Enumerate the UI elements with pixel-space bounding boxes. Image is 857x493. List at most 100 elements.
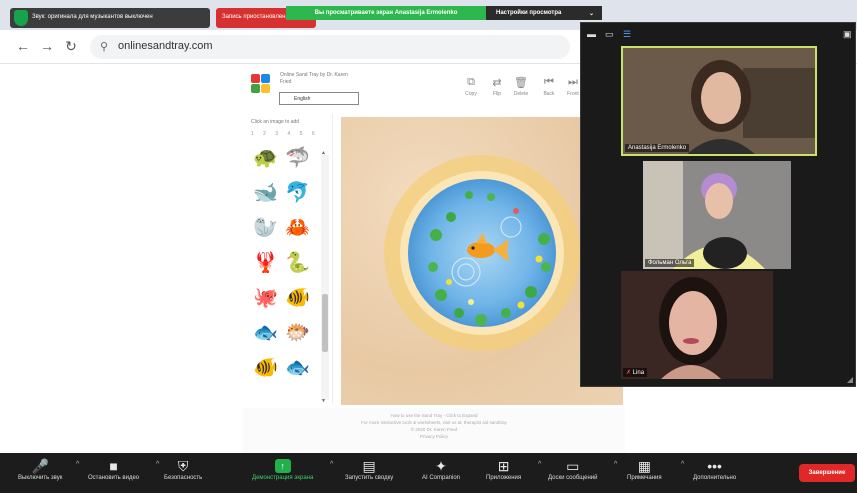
tool-label: Back xyxy=(543,91,555,97)
chevron-up-icon[interactable]: ^ xyxy=(330,461,333,468)
layout-icon[interactable]: ▣ xyxy=(843,29,852,40)
apps-icon: ⊞ xyxy=(497,458,510,474)
view-options-label: Настройки просмотра xyxy=(496,10,562,16)
scroll-down-icon[interactable]: ▼ xyxy=(321,398,326,404)
end-meeting-button[interactable]: Завершение xyxy=(799,464,855,482)
toolbar-label: Дополнительно xyxy=(693,475,737,481)
participant-name-lina: ✗ Lina xyxy=(623,368,648,377)
copy-icon: ⧉ xyxy=(467,76,475,88)
figure-item[interactable]: 🐢 xyxy=(253,148,278,168)
sandtray-logo xyxy=(251,74,271,94)
security-shield-icon: ⛨ xyxy=(177,458,189,474)
participant-name: Фольман Ольга xyxy=(645,259,695,267)
figure-item[interactable]: 🦀 xyxy=(285,218,310,238)
figure-item[interactable]: 🐟 xyxy=(253,323,278,343)
toolbar-label: Примечания xyxy=(627,475,662,481)
figure-item[interactable]: 🐠 xyxy=(253,358,278,378)
summary-button[interactable]: ▤ Запустить сводку xyxy=(345,457,393,481)
scroll-up-icon[interactable]: ▲ xyxy=(321,150,326,156)
language-value: English xyxy=(294,96,311,102)
language-select[interactable]: English xyxy=(279,92,359,105)
apps-button[interactable]: ⊞ Приложения xyxy=(486,457,521,481)
back-arrow-icon[interactable]: ← xyxy=(14,38,32,54)
chevron-up-icon[interactable]: ^ xyxy=(76,461,79,468)
toolbar-label: AI Companion xyxy=(422,475,461,481)
toolbar-label: Демонстрация экрана xyxy=(252,475,314,481)
figure-item[interactable]: 🐋 xyxy=(253,183,278,203)
footer-line[interactable]: For more interactive tools & worksheets,… xyxy=(243,419,625,426)
figure-item[interactable]: 🐬 xyxy=(285,183,310,203)
url-text: onlinesandtray.com xyxy=(118,40,213,52)
tool-label: Copy xyxy=(465,91,477,97)
chevron-up-icon[interactable]: ^ xyxy=(681,461,684,468)
figure-item[interactable]: 🐙 xyxy=(253,288,278,308)
participant-video xyxy=(643,161,791,269)
app-footer: How to use the Sand Tray - Click to Expa… xyxy=(243,408,625,456)
figure-scrollbar[interactable]: ▲ ▼ xyxy=(321,150,329,404)
microphone-button[interactable]: 🎤 Выключить звук xyxy=(18,457,62,481)
microphone-icon: 🎤 xyxy=(31,458,49,474)
figure-item[interactable]: 🐡 xyxy=(285,323,310,343)
more-button[interactable]: ••• Дополнительно xyxy=(693,457,736,481)
video-tile-anastasija[interactable]: Anastasija Ermolenko xyxy=(621,46,817,156)
delete-tool-button[interactable]: 🗑 Delete xyxy=(509,76,533,97)
footer-line: © 2020 Dr. Karen Fried xyxy=(410,427,458,432)
app-title: Online Sand Tray by Dr. Karen Fried xyxy=(280,72,348,85)
notes-button[interactable]: ▦ Примечания xyxy=(627,457,662,481)
more-icon: ••• xyxy=(707,458,722,474)
ai-companion-button[interactable]: ✦ AI Companion xyxy=(422,457,460,481)
participant-name: Lina xyxy=(632,370,645,376)
toolbar-label: Приложения xyxy=(486,475,522,481)
figure-item[interactable]: 🦈 xyxy=(285,148,310,168)
delete-icon: 🗑 xyxy=(514,77,528,89)
figure-category-numbers[interactable]: 1 2 3 4 5 6 xyxy=(245,125,332,137)
chevron-up-icon[interactable]: ^ xyxy=(614,461,617,468)
video-tile-olga[interactable]: Фольман Ольга xyxy=(643,161,791,269)
site-settings-icon[interactable]: ⚲ xyxy=(100,40,108,53)
screen-share-banner: Вы просматриваете экран Anastasija Ermol… xyxy=(286,6,486,20)
resize-handle-icon[interactable]: ◢ xyxy=(847,375,853,384)
url-field[interactable]: ⚲ onlinesandtray.com xyxy=(90,35,570,59)
video-tile-lina[interactable]: ✗ Lina xyxy=(621,271,773,379)
record-label: Запись приостановлена xyxy=(222,14,289,20)
back-tool-button[interactable]: ⏮ Back xyxy=(537,76,561,97)
figure-item[interactable]: 🐍 xyxy=(285,253,310,273)
notes-icon: ▦ xyxy=(637,458,651,474)
figure-item[interactable]: 🦭 xyxy=(253,218,278,238)
security-shield-button[interactable]: ⛨ Безопасность xyxy=(164,457,202,481)
chevron-up-icon[interactable]: ^ xyxy=(156,461,159,468)
muted-mic-icon: ✗ xyxy=(626,370,632,376)
meeting-toolbar: 🎤 Выключить звук ^ ■ Остановить видео ^ ⛨ Безоп… xyxy=(0,453,857,493)
summary-icon: ▤ xyxy=(362,458,376,474)
footer-line[interactable]: Privacy Policy xyxy=(243,433,625,440)
copy-tool-button[interactable]: ⧉ Copy xyxy=(459,76,483,97)
speaker-view-icon[interactable]: ▭ xyxy=(605,29,614,40)
video-camera-button[interactable]: ■ Остановить видео xyxy=(88,457,139,481)
figure-panel: Click an image to add 1 2 3 4 5 6 🐢 🦈 🐋 🐬 🦭 🦀… xyxy=(245,114,333,404)
toolbar-label: Доски сообщений xyxy=(548,475,598,481)
toolbar-label: Безопасность xyxy=(164,475,203,481)
flip-icon: ⇄ xyxy=(492,77,502,89)
chevron-up-icon[interactable]: ^ xyxy=(538,461,541,468)
scroll-thumb[interactable] xyxy=(322,294,328,352)
music-mode-indicator[interactable]: Звук: оригинала для музыкантов выключен xyxy=(10,8,210,28)
whiteboard-icon: ▭ xyxy=(566,458,580,474)
minimize-icon[interactable]: ▬ xyxy=(587,29,596,39)
reload-icon[interactable]: ↻ xyxy=(62,38,80,55)
shield-icon xyxy=(14,10,28,26)
gallery-view-icon[interactable]: ☰ xyxy=(623,29,631,40)
chevron-down-icon: ⌄ xyxy=(588,11,594,17)
flip-tool-button[interactable]: ⇄ Flip xyxy=(485,76,509,97)
tool-label: Flip xyxy=(492,91,502,97)
share-screen-button[interactable]: ↑ Демонстрация экрана xyxy=(252,457,313,481)
participant-name: Anastasija Ermolenko xyxy=(625,144,690,152)
footer-line[interactable]: How to use the Sand Tray - Click to Expa… xyxy=(243,412,625,419)
figure-item[interactable]: 🐠 xyxy=(285,288,310,308)
figure-item[interactable]: 🦞 xyxy=(253,253,278,273)
figure-item[interactable]: 🐟 xyxy=(285,358,310,378)
whiteboard-button[interactable]: ▭ Доски сообщений xyxy=(548,457,598,481)
toolbar-label: Запустить сводку xyxy=(345,475,394,481)
view-options-menu[interactable]: Настройки просмотра ⌄ xyxy=(486,6,602,20)
forward-arrow-icon[interactable]: → xyxy=(38,38,56,54)
ai-companion-icon: ✦ xyxy=(435,458,447,474)
